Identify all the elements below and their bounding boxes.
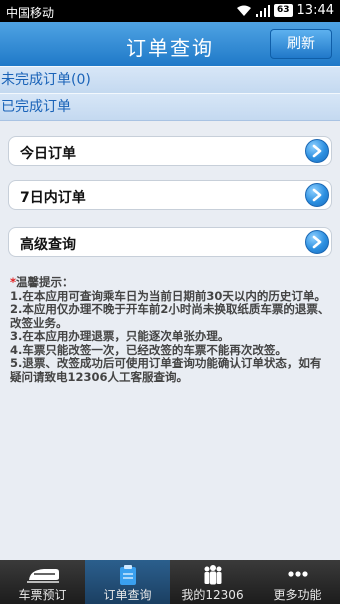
carrier-label: 中国移动 [6, 6, 55, 20]
nav-order-query[interactable]: 订单查询 [85, 560, 170, 604]
chevron-right-icon[interactable] [305, 139, 329, 163]
nav-label: 车票预订 [18, 588, 67, 602]
menu-7day-orders[interactable]: 7日内订单 [8, 180, 332, 210]
nav-label: 更多功能 [273, 588, 322, 602]
section-incomplete-orders[interactable]: 未完成订单(0) [0, 66, 340, 94]
bottom-nav: 车票预订 订单查询 我的12306 更多功能 [0, 560, 340, 604]
chevron-right-icon[interactable] [305, 230, 329, 254]
section-complete-label: 已完成订单 [1, 99, 71, 115]
tip-item: 5.退票、改签成功后可使用订单查询功能确认订单状态，如有疑问请致电12306人工… [10, 356, 322, 384]
status-icons: 63 13:44 [236, 3, 334, 18]
tip-item: 3.在本应用办理退票，只能逐次单张办理。 [10, 329, 230, 343]
nav-label: 订单查询 [103, 588, 152, 602]
battery-icon: 63 [274, 4, 293, 17]
tip-item: 4.车票只能改签一次，已经改签的车票不能再次改签。 [10, 342, 287, 357]
tips-heading: *温馨提示： [10, 275, 332, 290]
clock: 13:44 [296, 3, 334, 18]
refresh-button[interactable]: 刷新 [270, 29, 332, 59]
tips-panel: *温馨提示： 1.在本应用可查询乘车日为当前日期前30天以内的历史订单。 2.本… [10, 275, 332, 384]
menu-advanced-query[interactable]: 高级查询 [8, 227, 332, 257]
section-incomplete-label: 未完成订单(0) [1, 72, 91, 88]
tip-item: 1.在本应用可查询乘车日为当前日期前30天以内的历史订单。 [10, 288, 326, 303]
tips-heading-text: 温馨提示： [16, 275, 74, 289]
title-bar: 订单查询 刷新 [0, 22, 340, 67]
menu-label: 高级查询 [20, 237, 76, 253]
train-icon [26, 564, 60, 587]
menu-today-orders[interactable]: 今日订单 [8, 136, 332, 166]
chevron-right-icon[interactable] [305, 183, 329, 207]
menu-label: 7日内订单 [20, 190, 86, 206]
wifi-icon [236, 5, 252, 17]
nav-ticket-booking[interactable]: 车票预订 [0, 560, 85, 604]
section-complete-orders[interactable]: 已完成订单 [0, 93, 340, 121]
status-bar: 中国移动 63 13:44 [0, 0, 340, 22]
tip-item: 2.本应用仅办理不晚于开车前2小时尚未换取纸质车票的退票、改签业务。 [10, 302, 330, 330]
menu-label: 今日订单 [20, 146, 76, 162]
nav-label: 我的12306 [181, 588, 244, 602]
signal-icon [256, 4, 270, 17]
more-icon [287, 564, 309, 587]
nav-my-12306[interactable]: 我的12306 [170, 560, 255, 604]
nav-more-functions[interactable]: 更多功能 [255, 560, 340, 604]
